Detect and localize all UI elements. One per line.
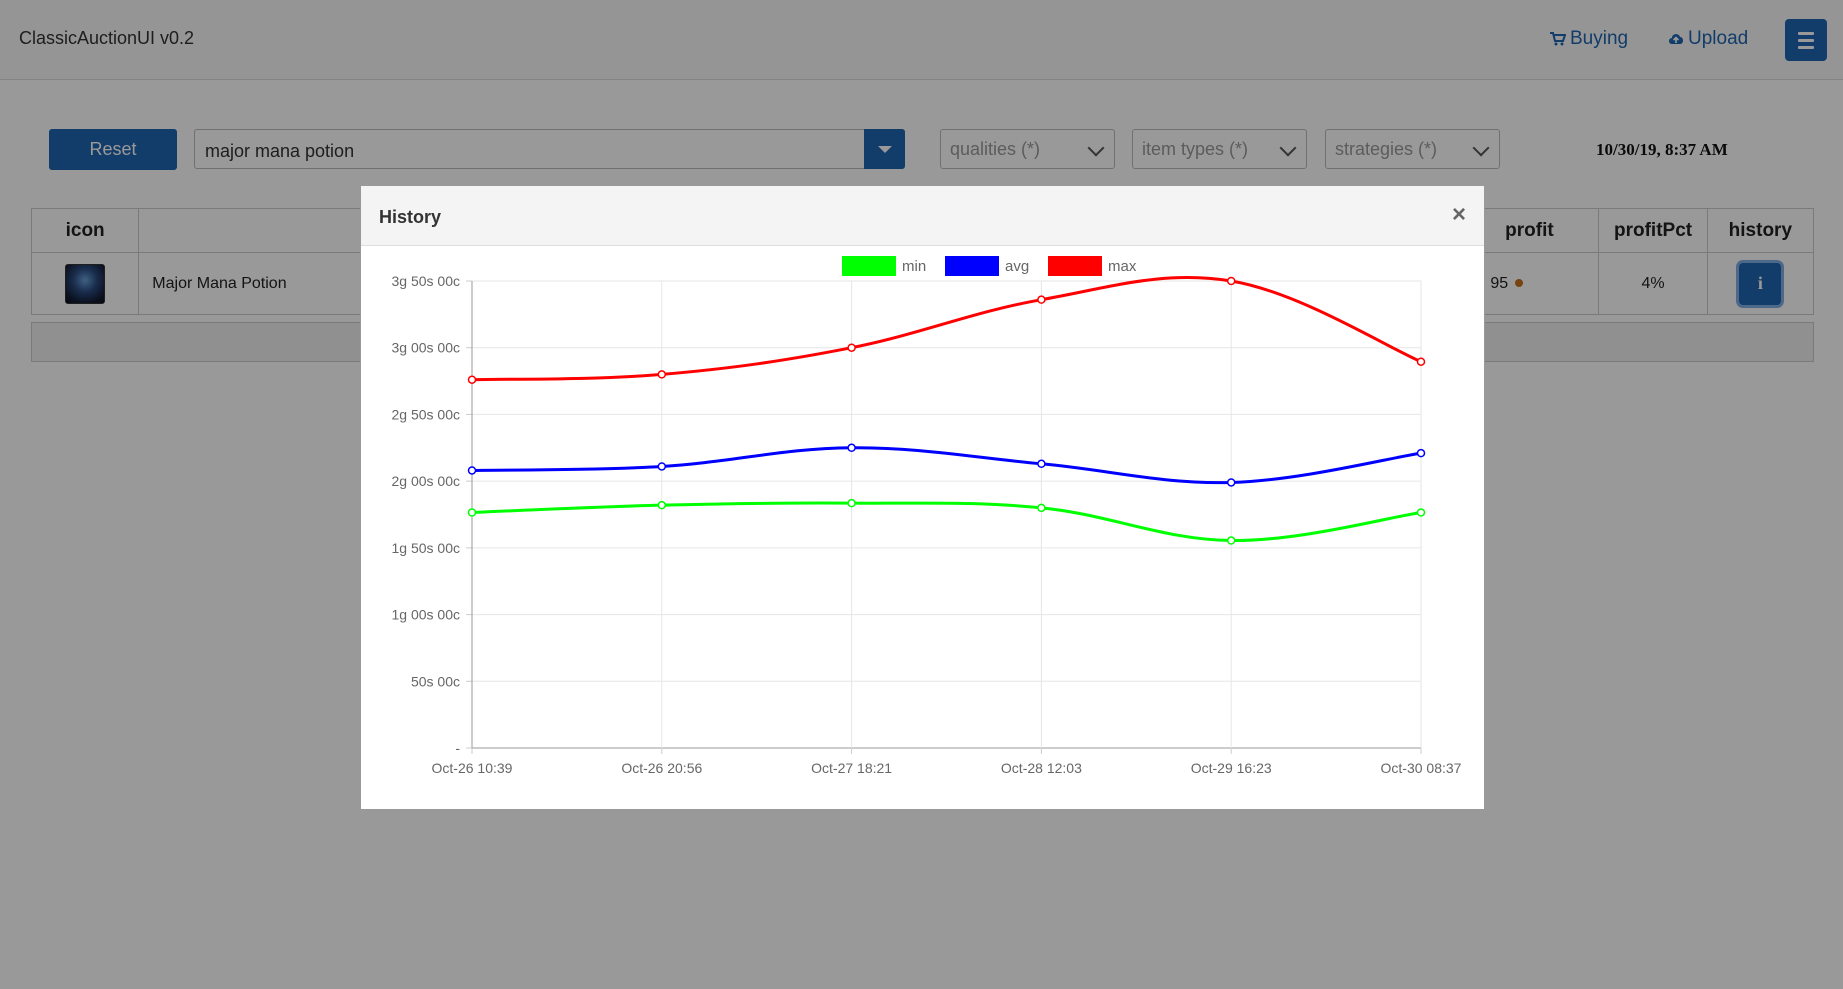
data-point-avg	[1226, 478, 1236, 487]
history-chart: - 50s 00c 1g 00s 00c 1g 50s 00c 2g 00s 00c 2g…	[392, 256, 1462, 776]
y-tick-label: 1g 00s 00c	[392, 607, 461, 623]
data-point-max	[657, 370, 667, 379]
history-modal: History × - 50s 00c 1g 00s 00c 1g 50s 00c 2g…	[360, 185, 1485, 810]
series-line-min	[471, 501, 1422, 543]
x-tick-label: Oct-27 18:21	[811, 760, 892, 776]
data-point-min	[847, 498, 856, 508]
y-tick-label: 1g 50s 00c	[392, 540, 461, 556]
data-point-min	[1037, 503, 1046, 513]
x-tick-label: Oct-30 08:37	[1381, 760, 1462, 776]
modal-title: History	[379, 207, 442, 227]
data-point-max	[1037, 295, 1046, 304]
series-line-max	[471, 275, 1422, 382]
data-point-max	[847, 343, 856, 352]
data-point-min	[467, 508, 477, 517]
y-tick-label: 3g 50s 00c	[392, 273, 461, 289]
legend-swatch-max	[1048, 256, 1102, 276]
legend-swatch-min	[842, 256, 896, 276]
y-tick-label: 3g 00s 00c	[392, 340, 461, 356]
y-tick-label: 2g 00s 00c	[392, 473, 461, 489]
data-point-avg	[657, 462, 667, 471]
legend-label-min: min	[902, 258, 926, 275]
y-tick-label: 2g 50s 00c	[392, 406, 461, 422]
legend-swatch-avg	[945, 256, 999, 276]
legend-label-max: max	[1108, 258, 1137, 275]
close-icon[interactable]: ×	[1452, 201, 1466, 229]
series-line-avg	[471, 446, 1422, 485]
x-tick-label: Oct-26 10:39	[432, 760, 513, 776]
data-point-max	[1416, 357, 1426, 366]
data-point-avg	[1037, 459, 1046, 469]
data-point-avg	[847, 443, 856, 453]
x-tick-label: Oct-29 16:23	[1191, 760, 1272, 776]
data-point-min	[1226, 536, 1236, 545]
x-tick-label: Oct-28 12:03	[1001, 760, 1082, 776]
legend-label-avg: avg	[1005, 258, 1029, 275]
data-point-max	[1226, 276, 1236, 286]
y-tick-label: 50s 00c	[411, 673, 460, 689]
modal-header: History ×	[361, 186, 1484, 246]
data-point-min	[1416, 508, 1426, 517]
data-point-max	[467, 375, 477, 384]
data-point-min	[657, 500, 667, 510]
data-point-avg	[467, 466, 477, 475]
x-tick-label: Oct-26 20:56	[621, 760, 702, 776]
y-tick-label: -	[455, 740, 460, 756]
data-point-avg	[1416, 448, 1426, 458]
